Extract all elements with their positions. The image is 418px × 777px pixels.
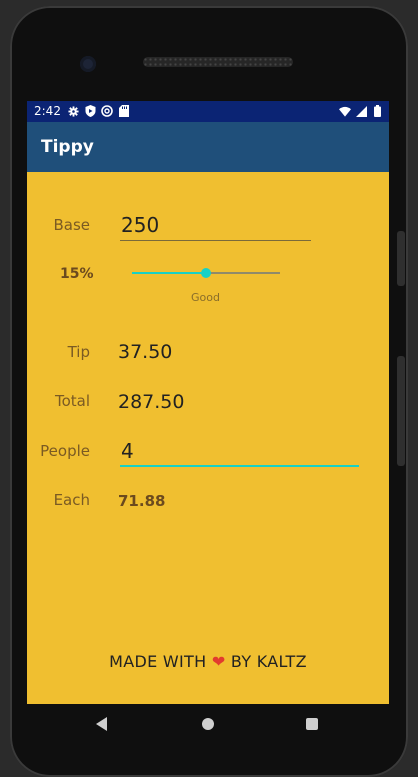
slider-thumb[interactable] <box>201 268 211 278</box>
footer-credit: MADE WITH ❤ BY KALTZ <box>27 652 389 671</box>
people-input-underline <box>120 465 359 467</box>
signal-icon <box>355 105 367 117</box>
total-amount: 287.50 <box>118 391 185 413</box>
shield-icon <box>84 105 96 117</box>
people-label: People <box>40 442 90 460</box>
home-icon[interactable] <box>202 718 214 730</box>
base-input[interactable]: 250 <box>121 213 159 237</box>
tip-quality-label: Good <box>191 291 220 304</box>
footer-text-before: MADE WITH <box>109 652 207 671</box>
app-screen: 2:42 Tippy Base 250 15% Good Tip 37.50 T… <box>27 101 389 704</box>
app-bar: Tippy <box>27 122 389 172</box>
sd-card-icon <box>118 105 130 117</box>
total-label: Total <box>54 392 90 410</box>
heart-icon: ❤ <box>211 652 226 671</box>
navigation-bar <box>27 704 389 746</box>
slider-fill <box>132 272 206 274</box>
recents-icon[interactable] <box>306 718 318 730</box>
wifi-icon <box>339 105 351 117</box>
each-label: Each <box>53 491 90 509</box>
back-icon[interactable] <box>96 717 107 731</box>
settings-icon <box>67 105 79 117</box>
tip-amount: 37.50 <box>118 341 173 363</box>
volume-button <box>397 231 405 286</box>
people-input[interactable]: 4 <box>121 439 134 463</box>
each-amount: 71.88 <box>118 492 166 510</box>
tip-percent-label: 15% <box>60 266 94 282</box>
footer-text-after: BY KALTZ <box>230 652 307 671</box>
front-camera <box>80 56 96 72</box>
status-bar: 2:42 <box>27 101 389 122</box>
base-input-underline <box>120 240 311 241</box>
base-label: Base <box>53 216 90 234</box>
app-title: Tippy <box>41 137 94 157</box>
status-time: 2:42 <box>34 104 61 118</box>
power-button <box>397 356 405 466</box>
tip-percent-slider[interactable] <box>132 268 280 278</box>
earpiece-speaker <box>143 57 293 67</box>
tip-label: Tip <box>67 343 90 361</box>
at-icon <box>101 105 113 117</box>
battery-icon <box>371 105 383 117</box>
